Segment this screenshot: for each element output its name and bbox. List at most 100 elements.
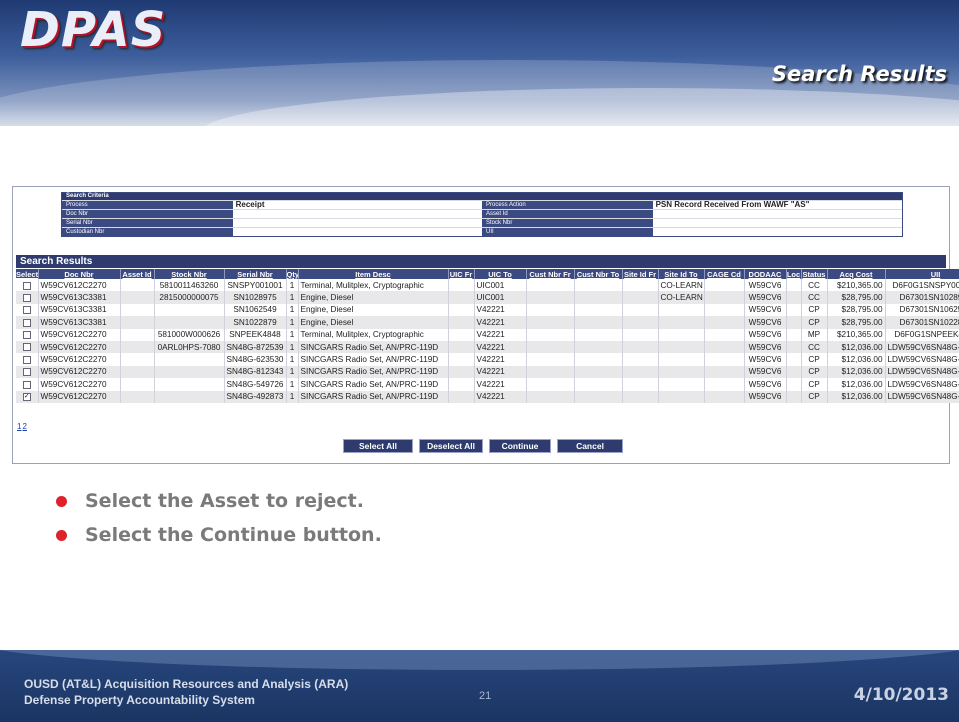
select-checkbox[interactable] <box>22 306 31 315</box>
select-checkbox[interactable] <box>22 281 31 290</box>
cell-asset <box>120 390 155 403</box>
cell-desc: SINCGARS Radio Set, AN/PRC-119D <box>298 340 449 354</box>
cell-stock <box>154 353 225 366</box>
column-header[interactable]: Site Id To <box>658 269 705 279</box>
column-header[interactable]: Cust Nbr Fr <box>526 269 575 279</box>
footer-wave <box>0 650 959 670</box>
cell-loc <box>786 390 802 403</box>
cell-custFr <box>526 378 575 391</box>
cell-siteFr <box>622 390 659 403</box>
criteria-row: Serial Nbr Stock Nbr <box>62 219 902 227</box>
select-checkbox[interactable] <box>22 368 31 377</box>
table-row[interactable]: W59CV612C2270 SN48G-812343 1 SINCGARS Radio… <box>16 365 959 379</box>
pagination: 12 <box>17 422 28 431</box>
column-header[interactable]: Select <box>16 269 39 279</box>
select-all-button[interactable]: Select All <box>343 439 413 453</box>
column-header[interactable]: Asset Id <box>120 269 155 279</box>
select-checkbox[interactable] <box>22 318 31 327</box>
select-checkbox[interactable] <box>22 293 31 302</box>
cell-uicFr <box>448 390 475 403</box>
cell-uicFr <box>448 303 475 317</box>
cell-loc <box>786 365 802 379</box>
cell-siteTo <box>658 328 705 341</box>
continue-button[interactable]: Continue <box>489 439 551 453</box>
cell-stock <box>154 316 225 329</box>
select-cell <box>16 291 39 304</box>
column-header[interactable]: Item Desc <box>298 269 449 279</box>
column-header[interactable]: Loc <box>786 269 802 279</box>
cell-asset <box>120 279 155 292</box>
cell-stock: 0ARL0HPS-7080 <box>154 340 225 354</box>
column-header[interactable]: Status <box>801 269 828 279</box>
cell-stock <box>154 365 225 379</box>
table-row[interactable]: W59CV612C2270 SN48G-549726 1 SINCGARS Radio… <box>16 378 959 391</box>
table-row[interactable]: W59CV613C3381 SN1022879 1 Engine, Diesel V42… <box>16 316 959 329</box>
cell-status: CC <box>801 279 828 292</box>
criteria-value <box>232 219 482 227</box>
cell-doc: W59CV613C3381 <box>38 316 121 329</box>
column-header[interactable]: UIC Fr <box>448 269 475 279</box>
cell-siteTo: CO-LEARN <box>658 279 705 292</box>
select-cell <box>16 340 39 354</box>
cancel-button[interactable]: Cancel <box>557 439 623 453</box>
select-cell <box>16 303 39 317</box>
select-checkbox[interactable] <box>22 331 31 340</box>
select-checkbox[interactable] <box>22 355 31 364</box>
cell-status: CP <box>801 316 828 329</box>
cell-qty: 1 <box>286 328 299 341</box>
cell-siteFr <box>622 291 659 304</box>
cell-dodaac: W59CV6 <box>744 291 787 304</box>
table-row[interactable]: W59CV613C3381 SN1062549 1 Engine, Diesel V42… <box>16 303 959 317</box>
column-header[interactable]: DODAAC <box>744 269 787 279</box>
cell-uicTo: V42221 <box>474 390 527 403</box>
column-header[interactable]: Cust Nbr To <box>574 269 623 279</box>
cell-custTo <box>574 340 623 354</box>
select-checkbox[interactable] <box>22 343 31 352</box>
cell-uii: LDW59CV6SN48G-872539 <box>885 340 959 354</box>
results-header-row: Select Doc Nbr Asset Id Stock Nbr Serial Nbr… <box>16 269 959 279</box>
column-header[interactable]: UII <box>885 269 959 279</box>
select-cell <box>16 328 39 341</box>
page-link[interactable]: 1 <box>17 422 21 431</box>
cell-asset <box>120 353 155 366</box>
action-buttons: Select All Deselect All Continue Cancel <box>343 439 623 453</box>
table-row[interactable]: W59CV612C2270 581000W000626 SNPEEK4848 1 Ter… <box>16 328 959 341</box>
cell-cage <box>704 378 745 391</box>
cell-siteFr <box>622 365 659 379</box>
criteria-value <box>232 228 482 236</box>
cell-doc: W59CV612C2270 <box>38 378 121 391</box>
column-header[interactable]: Stock Nbr <box>154 269 225 279</box>
cell-cost: $210,365.00 <box>827 328 886 341</box>
cell-desc: SINCGARS Radio Set, AN/PRC-119D <box>298 378 449 391</box>
cell-loc <box>786 328 802 341</box>
footer-organization: OUSD (AT&L) Acquisition Resources and An… <box>24 676 348 708</box>
cell-custFr <box>526 365 575 379</box>
cell-siteTo <box>658 353 705 366</box>
column-header[interactable]: Qty <box>286 269 299 279</box>
column-header[interactable]: Acq Cost <box>827 269 886 279</box>
deselect-all-button[interactable]: Deselect All <box>419 439 483 453</box>
select-checkbox[interactable] <box>22 380 31 389</box>
table-row[interactable]: ✓ W59CV612C2270 SN48G-492873 1 SINCGARS Radi… <box>16 390 959 403</box>
table-row[interactable]: W59CV612C2270 0ARL0HPS-7080 SN48G-872539 1 S… <box>16 340 959 354</box>
criteria-value <box>232 210 482 218</box>
column-header[interactable]: UIC To <box>474 269 527 279</box>
table-row[interactable]: W59CV613C3381 2815000000075 SN1028975 1 Engi… <box>16 291 959 304</box>
cell-uii: LDW59CV6SN48G-492873 <box>885 390 959 403</box>
column-header[interactable]: Site Id Fr <box>622 269 659 279</box>
select-cell <box>16 279 39 292</box>
column-header[interactable]: CAGE Cd <box>704 269 745 279</box>
cell-status: CP <box>801 390 828 403</box>
cell-stock <box>154 390 225 403</box>
slide-date: 4/10/2013 <box>853 685 949 705</box>
column-header[interactable]: Serial Nbr <box>224 269 287 279</box>
select-checkbox[interactable]: ✓ <box>22 393 31 402</box>
cell-cage <box>704 279 745 292</box>
cell-stock <box>154 303 225 317</box>
search-criteria-rows: Process Receipt Process Action PSN Record R… <box>62 201 902 236</box>
table-row[interactable]: W59CV612C2270 SN48G-623530 1 SINCGARS Radio… <box>16 353 959 366</box>
column-header[interactable]: Doc Nbr <box>38 269 121 279</box>
cell-desc: SINCGARS Radio Set, AN/PRC-119D <box>298 365 449 379</box>
table-row[interactable]: W59CV612C2270 5810011463260 SNSPY001001 1 Te… <box>16 279 959 292</box>
page-link[interactable]: 2 <box>22 422 26 431</box>
